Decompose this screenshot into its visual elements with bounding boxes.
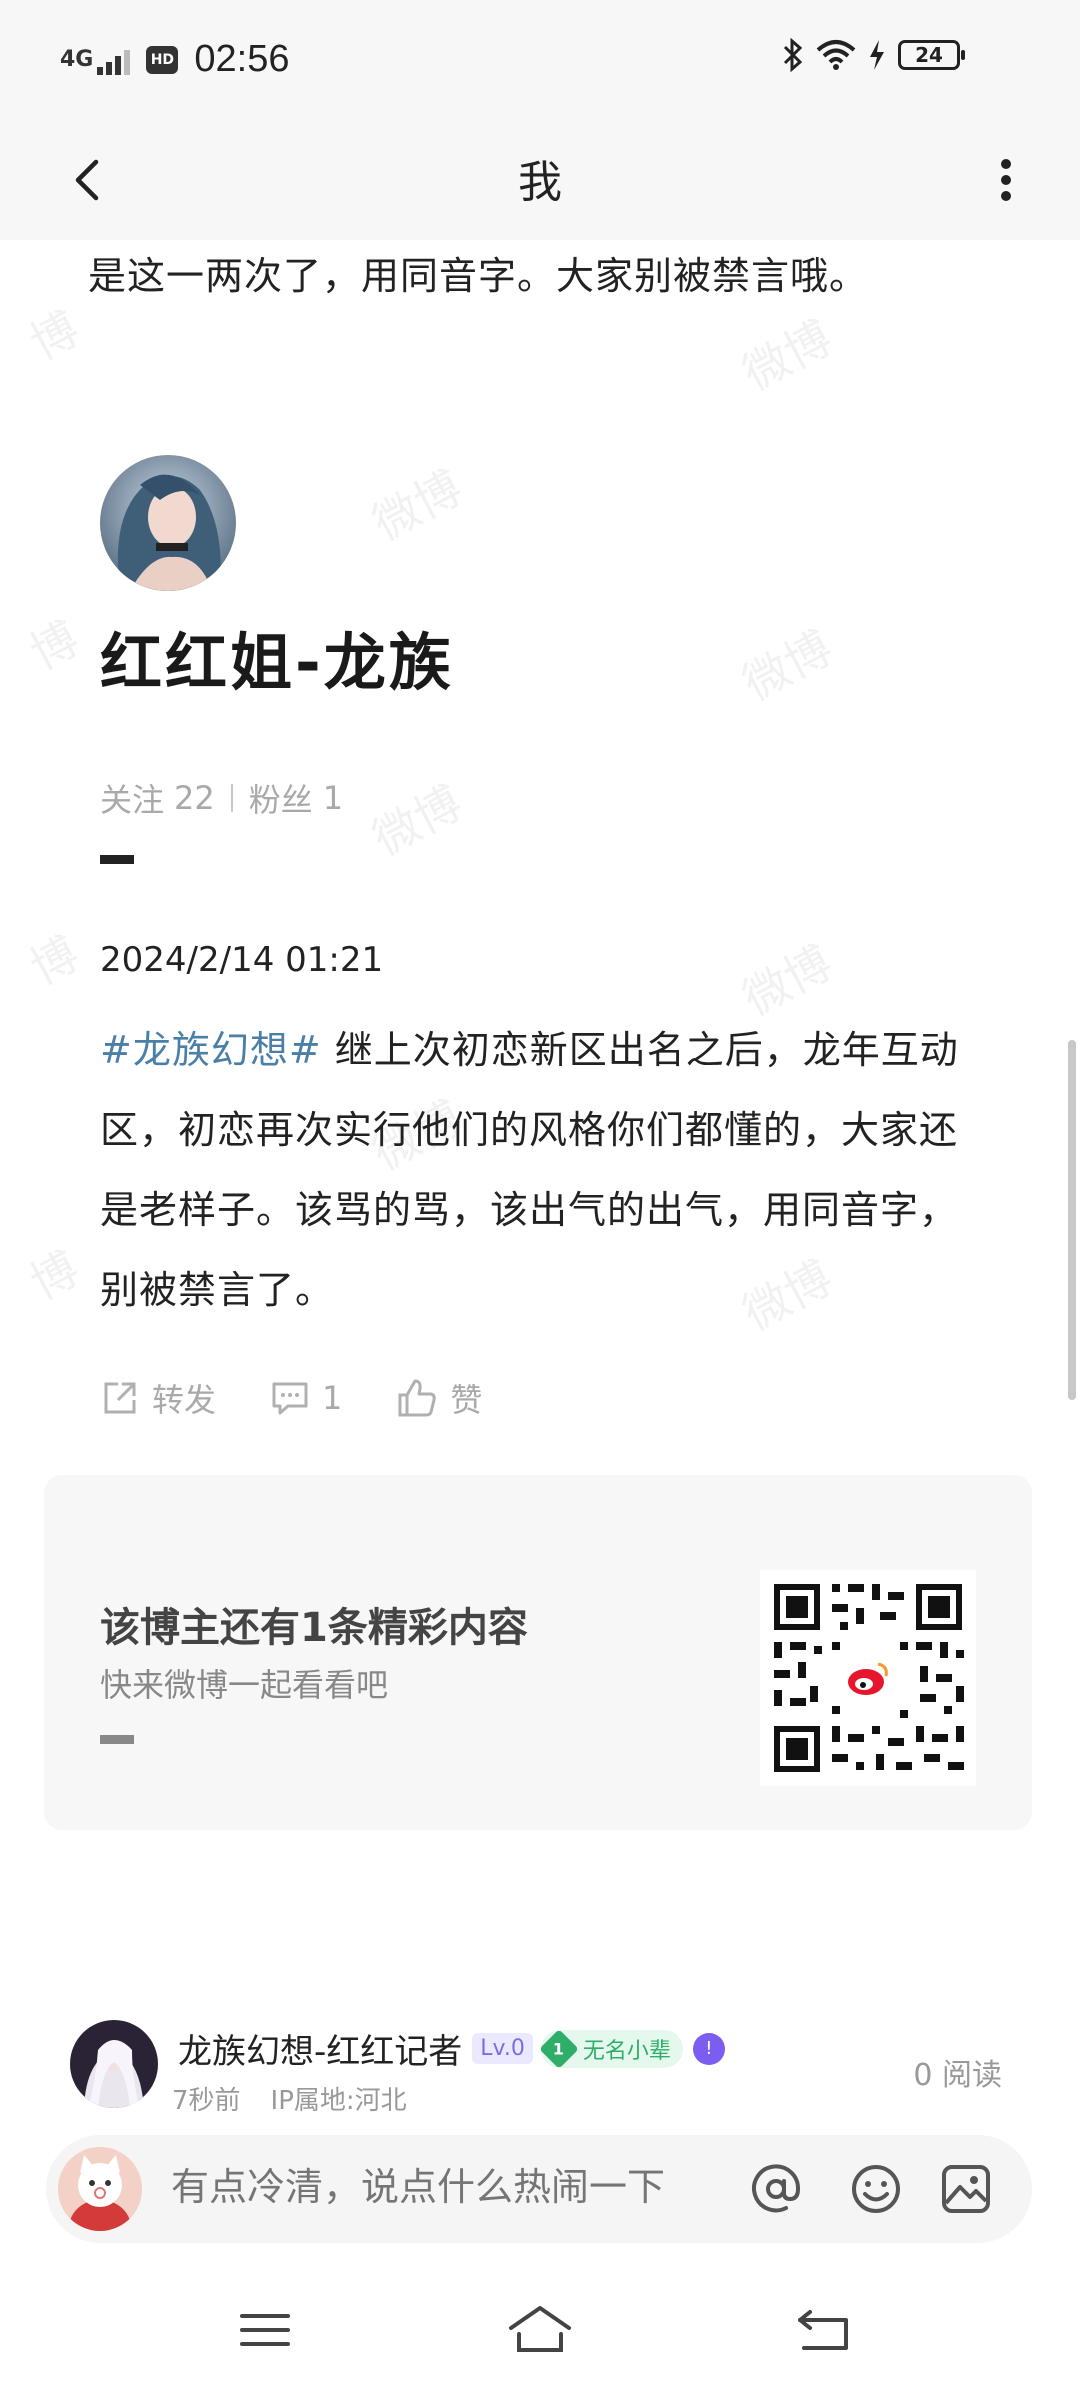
comment-input[interactable]: [171, 2165, 731, 2209]
charging-icon: [870, 40, 884, 70]
watermark-text: 博: [21, 301, 88, 371]
post-time: 7秒前: [172, 2086, 241, 2116]
qr-code[interactable]: [760, 1570, 976, 1786]
following-count: 22: [174, 779, 215, 817]
emoji-icon[interactable]: [846, 2159, 906, 2219]
fans-label: 粉丝: [248, 781, 313, 819]
level-badge: Lv.0: [472, 2033, 533, 2064]
hashtag-link[interactable]: #龙族幻想#: [100, 1028, 322, 1072]
promo-card[interactable]: 该博主还有1条精彩内容 快来微博一起看看吧: [44, 1475, 1032, 1830]
wifi-icon: [816, 40, 856, 70]
at-mention-icon[interactable]: [746, 2159, 806, 2219]
gem-icon: 1: [539, 2028, 579, 2069]
watermark-text: 博: [21, 1241, 88, 1311]
promo-title: 该博主还有1条精彩内容: [100, 1605, 528, 1651]
scrollbar[interactable]: [1068, 1040, 1076, 1400]
status-bar: 4G HD 02:56 24: [0, 0, 1080, 120]
shield-icon: !: [692, 2032, 725, 2065]
battery-level: 24: [915, 43, 943, 67]
read-count: 0 阅读: [913, 2058, 1002, 2093]
battery-icon: 24: [898, 40, 965, 70]
author-name[interactable]: 红红姐-龙族: [100, 612, 454, 702]
comment-icon: [272, 1382, 308, 1415]
reporter-avatar[interactable]: [70, 2020, 158, 2108]
following-label: 关注: [100, 781, 165, 819]
image-icon[interactable]: [936, 2159, 996, 2219]
comment-bar: [46, 2135, 1032, 2243]
network-type: 4G: [60, 46, 94, 72]
menu-icon[interactable]: [230, 2300, 300, 2360]
watermark-text: 博: [21, 611, 88, 681]
status-time: 02:56: [194, 38, 290, 80]
signal-icon: [97, 45, 131, 75]
divider-dash: [100, 855, 134, 864]
like-label: 赞: [450, 1381, 483, 1419]
rank-number: 1: [553, 2038, 565, 2058]
ip-location: IP属地:河北: [270, 2086, 407, 2116]
repost-button[interactable]: 转发: [100, 1375, 216, 1421]
repost-label: 转发: [152, 1381, 217, 1419]
post-body: #龙族幻想# 继上次初恋新区出名之后，龙年互动区，初恋再次实行他们的风格你们都懂…: [100, 1010, 980, 1330]
promo-dash: [100, 1735, 134, 1744]
comment-button[interactable]: 1: [270, 1378, 342, 1418]
rank-label: 无名小辈: [582, 2038, 671, 2064]
footer-author-row: 龙族幻想-红红记者 Lv.0 1 无名小辈 ! 7秒前 IP属地:河北 0 阅读: [70, 2020, 1020, 2116]
home-icon[interactable]: [505, 2300, 575, 2360]
rank-badge: 1 无名小辈: [539, 2028, 683, 2069]
thumbs-up-icon: [398, 1379, 437, 1417]
reporter-name[interactable]: 龙族幻想-红红记者: [178, 2024, 462, 2073]
user-avatar[interactable]: [58, 2147, 142, 2231]
hd-icon: HD: [146, 45, 179, 74]
page-title: 我: [518, 157, 562, 208]
author-avatar[interactable]: [100, 455, 236, 591]
more-icon[interactable]: [986, 150, 1026, 210]
top-nav: 我: [0, 120, 1080, 240]
post-date: 2024/2/14 01:21: [100, 940, 384, 980]
like-button[interactable]: 赞: [396, 1375, 482, 1421]
previous-post-text: 是这一两次了，用同音字。大家别被禁言哦。: [88, 254, 869, 298]
watermark-text: 微博: [734, 310, 841, 402]
promo-subtitle: 快来微博一起看看吧: [100, 1666, 389, 1704]
repost-icon: [104, 1382, 136, 1414]
stats-divider: [230, 784, 233, 812]
back-nav-icon[interactable]: [790, 2300, 860, 2360]
fans-count: 1: [322, 779, 344, 817]
watermark-text: 微博: [364, 460, 471, 552]
reporter-meta: 7秒前 IP属地:河北: [172, 2080, 407, 2117]
author-stats: 关注 22 粉丝 1: [100, 775, 343, 821]
system-nav-bar: [0, 2260, 1080, 2400]
bluetooth-icon: [783, 38, 803, 72]
post-actions: 转发 1 赞: [100, 1375, 536, 1421]
watermark-text: 博: [21, 926, 88, 996]
comment-count: 1: [322, 1379, 343, 1417]
watermark-text: 微博: [364, 775, 471, 867]
watermark-text: 微博: [734, 620, 841, 712]
